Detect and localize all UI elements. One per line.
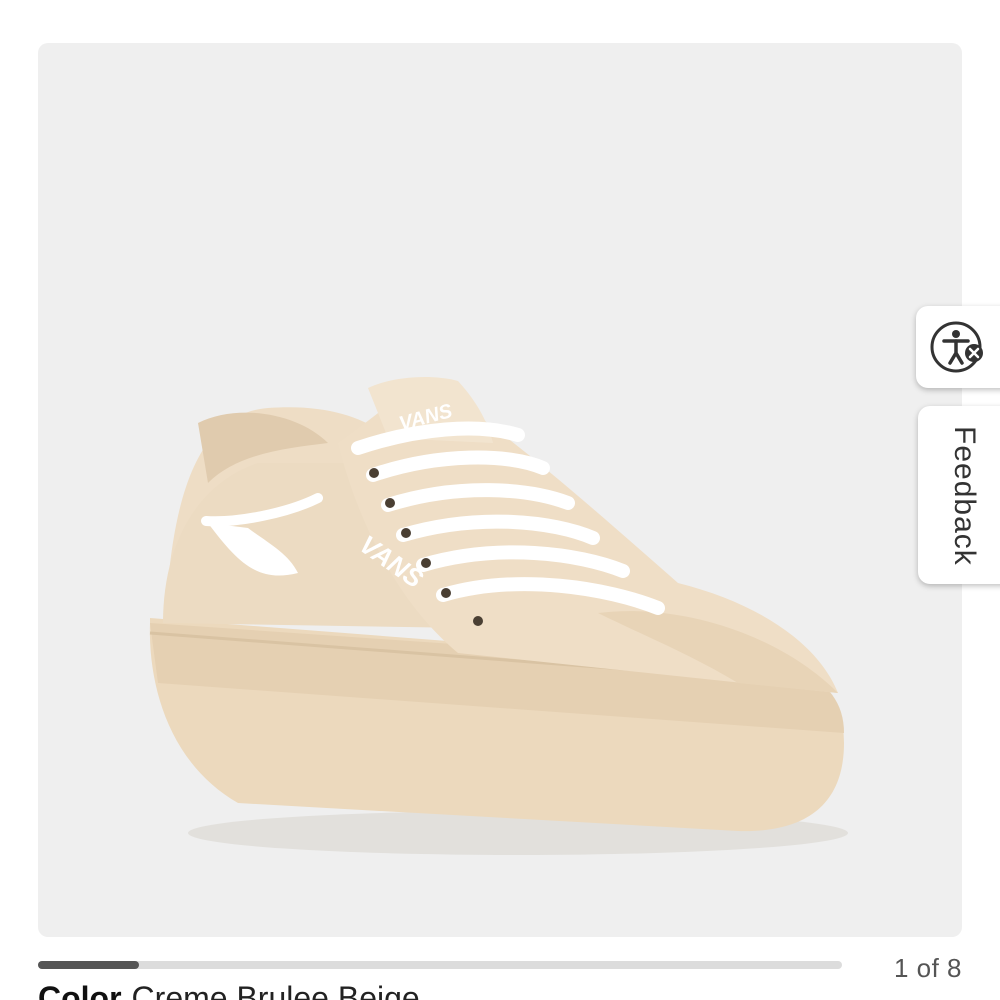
feedback-button[interactable]: Feedback (918, 406, 1000, 584)
color-label: Color (38, 980, 122, 1000)
gallery-progress-track (38, 961, 842, 969)
accessibility-icon (930, 321, 983, 373)
feedback-label: Feedback (948, 426, 981, 566)
gallery-progress-fill (38, 961, 139, 969)
product-color-line: Color Creme Brulee Beige (38, 980, 420, 1000)
color-value: Creme Brulee Beige (131, 980, 420, 1000)
product-image-gallery[interactable]: VANS VANS (38, 43, 962, 937)
product-image: VANS VANS (149, 377, 848, 855)
accessibility-button[interactable] (916, 306, 1000, 388)
image-counter: 1 of 8 (893, 953, 962, 983)
